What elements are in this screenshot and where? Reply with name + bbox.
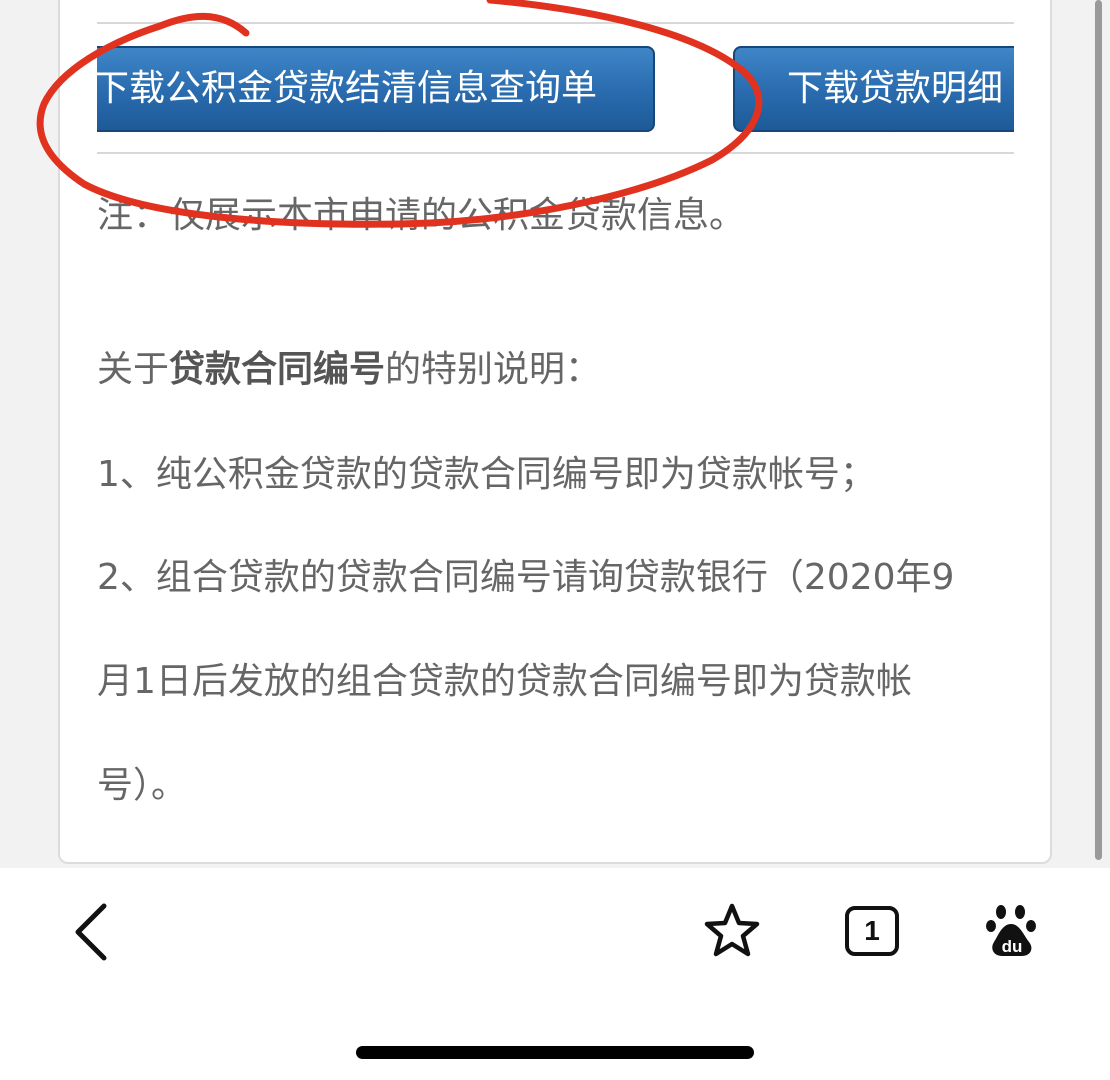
baidu-paw-icon[interactable]: du — [984, 902, 1040, 958]
special-note-heading: 关于贷款合同编号的特别说明： — [97, 340, 601, 392]
download-clearance-button[interactable]: 下载公积金贷款结清信息查询单 — [97, 46, 655, 132]
special-note-bold: 贷款合同编号 — [169, 349, 386, 390]
home-indicator[interactable] — [356, 1046, 754, 1059]
note-text: 注：仅展示本市申请的公积金贷款信息。 — [97, 195, 746, 236]
note-item-2-end: 号）。 — [97, 765, 188, 806]
star-icon[interactable] — [702, 902, 762, 960]
scrollbar[interactable] — [1095, 0, 1102, 860]
note-item-2: 2、组合贷款的贷款合同编号请询贷款银行（2020年9 — [97, 557, 955, 598]
button-row: 下载公积金贷款结清信息查询单 下载贷款明细 — [97, 22, 1014, 154]
note-item-1: 1、纯公积金贷款的贷款合同编号即为贷款帐号； — [97, 454, 876, 495]
special-note-prefix: 关于 — [97, 349, 170, 390]
tabs-count-icon[interactable]: 1 — [845, 906, 899, 956]
svg-text:du: du — [1002, 937, 1023, 956]
download-detail-button[interactable]: 下载贷款明细 — [733, 46, 1014, 132]
note-item-2-continued: 月1日后发放的组合贷款的贷款合同编号即为贷款帐 — [97, 661, 912, 702]
special-note-suffix: 的特别说明： — [385, 349, 602, 390]
back-chevron-icon[interactable] — [70, 902, 110, 962]
